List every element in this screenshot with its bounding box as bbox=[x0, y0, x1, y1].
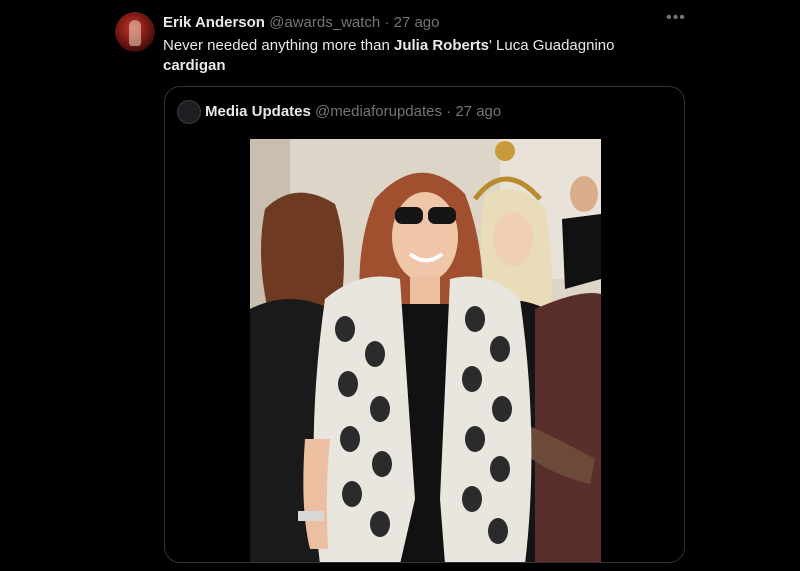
tweet-time[interactable]: 27 ago bbox=[394, 14, 440, 31]
tweet[interactable]: Erik Anderson @awards_watch · 27 ago •••… bbox=[0, 0, 800, 571]
quoted-author-avatar[interactable] bbox=[177, 100, 201, 124]
tweet-text: Never needed anything more than Julia Ro… bbox=[163, 36, 663, 76]
quoted-author-name[interactable]: Media Updates bbox=[205, 103, 311, 120]
tweet-header: Erik Anderson @awards_watch · 27 ago bbox=[163, 14, 439, 31]
tweet-text-bold: Julia Roberts bbox=[393, 37, 490, 54]
tweet-text-part: Never needed anything more than bbox=[163, 37, 394, 54]
tweet-text-part: ' Luca Guadagnino bbox=[489, 37, 615, 54]
quoted-tweet-time[interactable]: 27 ago bbox=[455, 103, 501, 120]
author-handle[interactable]: @awards_watch bbox=[269, 14, 380, 31]
quoted-tweet-header: Media Updates @mediaforupdates · 27 ago bbox=[205, 103, 501, 120]
author-name[interactable]: Erik Anderson bbox=[163, 14, 265, 31]
tweet-text-bold: cardigan bbox=[163, 57, 226, 74]
quoted-author-handle[interactable]: @mediaforupdates bbox=[315, 103, 442, 120]
quoted-photo[interactable] bbox=[250, 139, 601, 562]
more-options-icon[interactable]: ••• bbox=[664, 10, 688, 30]
separator: · bbox=[446, 103, 452, 120]
quoted-tweet[interactable]: Media Updates @mediaforupdates · 27 ago bbox=[164, 86, 685, 563]
author-avatar[interactable] bbox=[115, 12, 155, 52]
separator: · bbox=[384, 14, 390, 31]
